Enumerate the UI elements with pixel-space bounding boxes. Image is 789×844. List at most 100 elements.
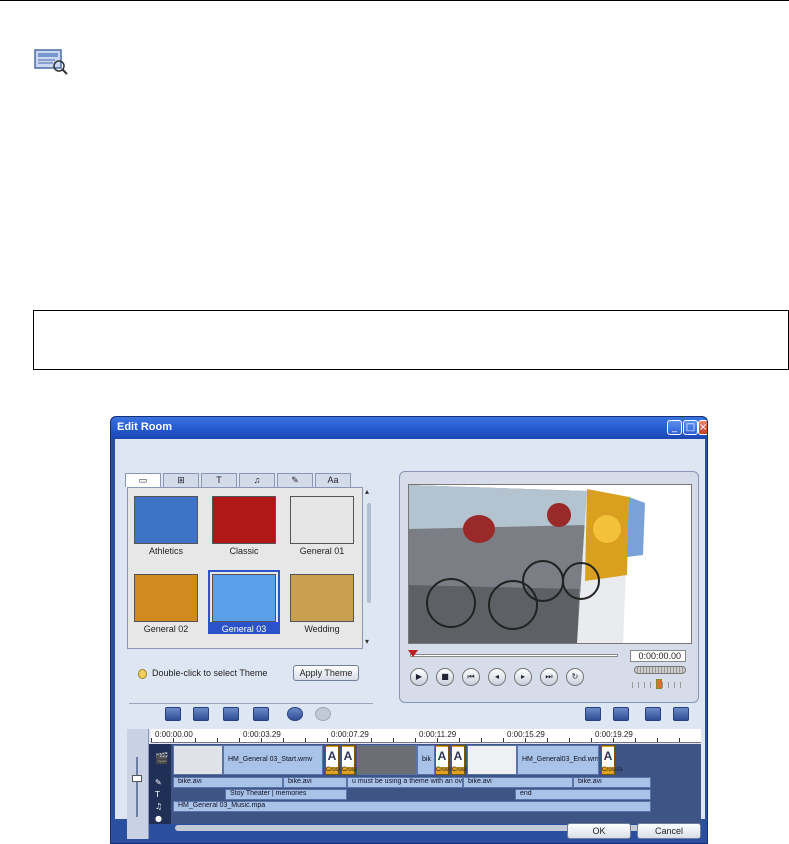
redo-icon[interactable] <box>315 707 331 721</box>
overlay-clip[interactable]: bike.avi <box>573 777 651 788</box>
tab-music[interactable]: ♫ <box>239 473 275 487</box>
video-clip[interactable] <box>173 745 223 775</box>
close-button[interactable]: × <box>698 420 707 435</box>
scroll-thumb[interactable] <box>367 503 371 603</box>
transition-label: Crossfa <box>602 767 623 773</box>
transition-glyph: A <box>602 747 614 767</box>
previous-frame-button[interactable]: ◂ <box>488 668 506 686</box>
undo-icon[interactable] <box>287 707 303 721</box>
ruler-tick <box>239 738 240 742</box>
timeline-side-panel <box>127 729 149 839</box>
overlay-clip[interactable]: bike.avi <box>463 777 573 788</box>
title-bar[interactable]: Edit Room _ □ × <box>111 417 707 439</box>
storyboard-view-icon[interactable] <box>673 707 689 721</box>
document-page: Edit Room _ □ × ▭ ⊞ T ♫ ✎ Aa Athletics C… <box>0 0 789 844</box>
ruler-tick <box>217 738 218 742</box>
library-tabs: ▭ ⊞ T ♫ ✎ Aa <box>125 473 360 487</box>
theme-library: Athletics Classic General 01 General 02 … <box>127 487 363 649</box>
delete-clip-icon[interactable] <box>193 707 209 721</box>
transition-glyph: A <box>342 747 354 767</box>
video-clip[interactable] <box>467 745 517 775</box>
stop-button[interactable]: ■ <box>436 668 454 686</box>
lightbulb-icon <box>138 669 147 679</box>
preview-frame-image <box>409 485 691 643</box>
timeline-view-icon[interactable] <box>645 707 661 721</box>
add-media-icon[interactable] <box>165 707 181 721</box>
scroll-down-icon[interactable]: ▾ <box>365 637 369 646</box>
tab-text[interactable]: Aa <box>315 473 351 487</box>
loop-button[interactable]: ↻ <box>566 668 584 686</box>
timecode-display[interactable]: 0:00:00.00 <box>630 650 686 662</box>
scroll-up-icon[interactable]: ▴ <box>365 487 369 496</box>
maximize-button[interactable]: □ <box>683 420 698 435</box>
clip-properties-icon[interactable] <box>253 707 269 721</box>
title-clip[interactable]: Stoy Theater | memories <box>225 789 347 800</box>
split-clip-icon[interactable] <box>223 707 239 721</box>
ruler-tick <box>173 738 174 742</box>
theme-label-selected: General 03 <box>208 624 280 634</box>
volume-knob[interactable] <box>656 679 662 689</box>
theme-thumb-wedding[interactable] <box>290 574 354 622</box>
go-to-end-button[interactable]: ⏭ <box>540 668 558 686</box>
export-icon[interactable] <box>613 707 629 721</box>
cancel-button[interactable]: Cancel <box>637 823 701 839</box>
voice-track-icon: ● <box>155 814 162 823</box>
next-frame-button[interactable]: ▸ <box>514 668 532 686</box>
transition-glyph: A <box>452 747 464 767</box>
apply-theme-button[interactable]: Apply Theme <box>293 665 359 681</box>
zoom-knob[interactable] <box>132 775 142 782</box>
title-clip[interactable]: end <box>515 789 651 800</box>
preview-scrubber[interactable] <box>410 654 618 657</box>
video-clip[interactable]: HM_General 03_Start.wmv <box>223 745 323 775</box>
theme-thumb-general-02[interactable] <box>134 574 198 622</box>
video-track-icon: 🎬 <box>155 752 169 765</box>
track-icon-column: 🎬 ✎ T ♫ ● <box>149 744 171 824</box>
play-button[interactable]: ▶ <box>410 668 428 686</box>
ruler-tick <box>635 738 636 742</box>
import-icon[interactable] <box>585 707 601 721</box>
jog-wheel[interactable] <box>634 666 686 674</box>
scrubber-head[interactable] <box>408 650 418 657</box>
theme-label: Classic <box>229 546 259 556</box>
tab-video[interactable]: ▭ <box>125 473 161 487</box>
theme-label: Athletics <box>148 546 183 556</box>
minimize-button[interactable]: _ <box>667 420 682 435</box>
tab-titles[interactable]: T <box>201 473 237 487</box>
ruler-tick <box>305 738 306 742</box>
theme-thumb-classic[interactable] <box>212 496 276 544</box>
library-scrollbar[interactable]: ▴ ▾ <box>365 487 373 649</box>
theme-label: General 01 <box>299 546 345 556</box>
ruler-tick <box>591 738 592 742</box>
ruler-tick <box>481 738 482 742</box>
hint-text: Double-click to select Theme <box>152 668 268 678</box>
theme-thumb-general-03[interactable] <box>212 574 276 622</box>
timeline-ruler[interactable]: 0:00:00.00 0:00:03.29 0:00:07.29 0:00:11… <box>151 729 701 743</box>
theme-thumb-athletics[interactable] <box>134 496 198 544</box>
ruler-tick <box>503 738 504 742</box>
ok-button[interactable]: OK <box>567 823 631 839</box>
transition-clip[interactable]: A Crossfa <box>601 745 623 775</box>
ruler-tick <box>371 738 372 742</box>
transition-clip[interactable]: A Crossfa <box>435 745 457 775</box>
ruler-tick <box>525 738 526 742</box>
overlay-clip[interactable]: bike.avi <box>173 777 283 788</box>
transition-clip[interactable]: A Crossfa <box>341 745 363 775</box>
ruler-tick <box>437 738 438 742</box>
ruler-tick <box>393 738 394 742</box>
title-track-icon: T <box>155 790 160 799</box>
transition-clip[interactable]: A Crossfa <box>451 745 473 775</box>
overlay-clip[interactable]: u must be using a theme with an over <box>347 777 463 788</box>
transition-clip[interactable]: A Crossfa <box>325 745 347 775</box>
video-clip[interactable]: HM_General03_End.wm <box>517 745 599 775</box>
music-clip[interactable]: HM_General 03_Music.mpa <box>173 801 651 812</box>
tab-effects[interactable]: ✎ <box>277 473 313 487</box>
theme-thumb-general-01[interactable] <box>290 496 354 544</box>
zoom-slider[interactable] <box>136 757 138 817</box>
ruler-tick <box>327 738 328 742</box>
go-to-start-button[interactable]: ⏮ <box>462 668 480 686</box>
overlay-clip[interactable]: bike.avi <box>283 777 347 788</box>
video-clip[interactable] <box>357 745 417 775</box>
tab-transitions[interactable]: ⊞ <box>163 473 199 487</box>
video-clip[interactable]: bik <box>417 745 435 775</box>
header-rule <box>0 0 789 1</box>
